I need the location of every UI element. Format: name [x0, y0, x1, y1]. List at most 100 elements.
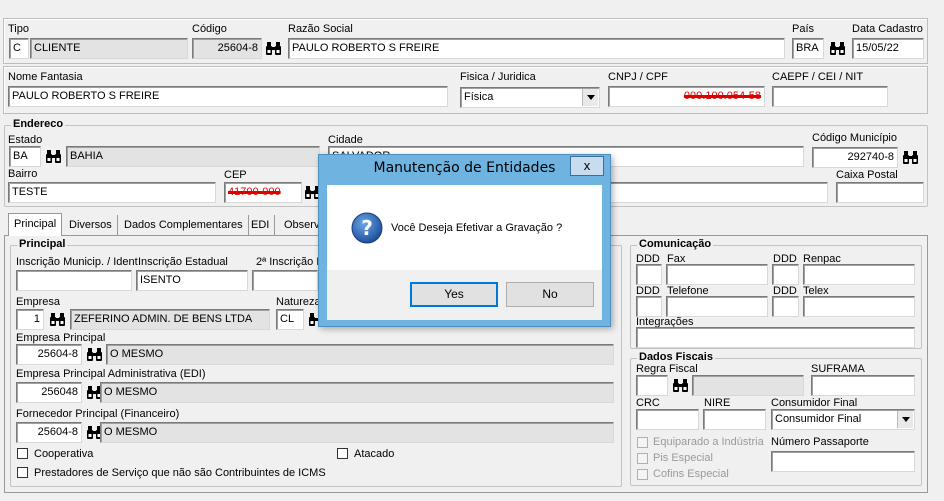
codigo-label: Código	[192, 23, 227, 35]
fornecedor-field: O MESMO	[100, 422, 614, 443]
svg-text:?: ?	[361, 216, 373, 240]
fisica-label: Fisica / Juridica	[460, 71, 536, 83]
cooperativa-checkbox[interactable]	[17, 448, 28, 459]
insc-estadual-label: Inscrição Estadual	[138, 256, 228, 268]
caepf-field[interactable]	[772, 86, 888, 107]
chevron-down-icon[interactable]	[897, 411, 913, 428]
nire-field[interactable]	[703, 409, 766, 430]
fisica-juridica-select[interactable]: Física	[460, 87, 600, 108]
insc-municipal-label: Inscrição Municip. / Ident	[16, 256, 138, 268]
cep-label: CEP	[224, 169, 247, 181]
insc-2-field[interactable]	[252, 270, 318, 291]
caixa-postal-field[interactable]	[836, 182, 924, 203]
atacado-label: Atacado	[354, 448, 395, 460]
regra-fiscal-search-icon[interactable]	[670, 375, 690, 395]
estado-code-field[interactable]: BA	[9, 146, 41, 167]
caixa-postal-label: Caixa Postal	[836, 169, 898, 181]
passaporte-field[interactable]	[771, 451, 915, 472]
municipio-search-icon[interactable]	[900, 147, 920, 167]
razao-social-field[interactable]: PAULO ROBERTO S FREIRE	[288, 38, 785, 59]
telefone-field[interactable]	[666, 296, 768, 317]
municipio-field[interactable]: 292740-8	[812, 147, 898, 168]
cnpj-label: CNPJ / CPF	[608, 71, 668, 83]
estado-search-icon[interactable]	[43, 146, 63, 166]
ddd-telefone-field[interactable]	[636, 296, 662, 317]
tab-dados-complementares[interactable]: Dados Complementares	[119, 215, 249, 235]
cep-field[interactable]: 41700-000	[224, 182, 302, 203]
nome-fantasia-field[interactable]: PAULO ROBERTO S FREIRE	[8, 86, 448, 107]
pis-label: Pis Especial	[653, 452, 713, 464]
dialog-title: Manutenção de Entidades	[373, 160, 556, 176]
renpac-field[interactable]	[803, 264, 915, 285]
tipo-label: Tipo	[8, 23, 29, 35]
empresa-search-icon[interactable]	[47, 309, 67, 329]
data-cadastro-label: Data Cadastro	[852, 23, 923, 35]
natureza-field[interactable]: CL	[276, 309, 304, 330]
bairro-field[interactable]: TESTE	[8, 182, 216, 203]
codigo-search-icon[interactable]	[263, 38, 283, 58]
insc-2-label: 2ª Inscrição E	[256, 256, 324, 268]
caepf-label: CAEPF / CEI / NIT	[772, 71, 864, 83]
dialog-footer: Yes No	[327, 270, 602, 320]
prestadores-checkbox[interactable]	[17, 467, 28, 478]
fornecedor-code-field[interactable]: 25604-8	[16, 422, 82, 443]
pais-search-icon[interactable]	[827, 38, 847, 58]
razao-label: Razão Social	[288, 23, 353, 35]
yes-button[interactable]: Yes	[410, 282, 498, 307]
tipo-field: CLIENTE	[30, 38, 188, 59]
municipio-label: Código Município	[812, 132, 897, 144]
cnpj-cpf-field[interactable]: 000.100.054-58	[608, 86, 765, 107]
empresa-principal-code-field[interactable]: 25604-8	[16, 344, 82, 365]
bairro-label: Bairro	[8, 168, 38, 180]
insc-municipal-field[interactable]	[16, 270, 132, 291]
consumidor-final-select[interactable]: Consumidor Final	[771, 409, 915, 430]
pis-checkbox[interactable]	[637, 453, 648, 464]
suframa-label: SUFRAMA	[811, 363, 865, 375]
empresa-adm-field: O MESMO	[100, 382, 614, 403]
cnpj-redacted-value: 000.100.054-58	[683, 90, 761, 102]
chevron-down-icon[interactable]	[582, 89, 598, 106]
tab-diversos[interactable]: Diversos	[64, 215, 118, 235]
tipo-code-field[interactable]: C	[9, 38, 29, 59]
ddd-renpac-field[interactable]	[772, 264, 799, 285]
equiparado-label: Equiparado a Indústria	[653, 436, 764, 448]
pais-label: País	[792, 23, 815, 35]
empresa-field: ZEFERINO ADMIN. DE BENS LTDA	[70, 309, 270, 330]
nire-label: NIRE	[704, 397, 731, 409]
natureza-label: Natureza	[276, 296, 321, 308]
telex-field[interactable]	[803, 296, 915, 317]
no-button[interactable]: No	[506, 282, 594, 307]
atacado-checkbox[interactable]	[337, 448, 348, 459]
crc-field[interactable]	[636, 409, 699, 430]
pais-field[interactable]: BRA	[792, 38, 824, 59]
suframa-field[interactable]	[811, 375, 915, 396]
equiparado-checkbox[interactable]	[637, 437, 648, 448]
tab-edi[interactable]: EDI	[246, 215, 276, 235]
cofins-label: Cofins Especial	[653, 468, 729, 480]
close-icon[interactable]: x	[570, 156, 604, 176]
empresa-label: Empresa	[16, 296, 61, 308]
estado-label: Estado	[8, 134, 43, 146]
fax-field[interactable]	[666, 264, 768, 285]
empresa-principal-search-icon[interactable]	[84, 344, 104, 364]
prestadores-label: Prestadores de Serviço que não são Contr…	[34, 467, 326, 479]
endereco-extra-field[interactable]	[600, 182, 828, 203]
tab-principal[interactable]: Principal	[8, 213, 63, 236]
empresa-adm-code-field[interactable]: 256048	[16, 382, 82, 403]
ddd-telex-field[interactable]	[772, 296, 799, 317]
crc-label: CRC	[636, 397, 660, 409]
empresa-principal-label: Empresa Principal	[16, 332, 106, 344]
consumidor-final-value: Consumidor Final	[775, 413, 862, 425]
principal-title: Principal	[17, 238, 68, 250]
regra-fiscal-code-field[interactable]	[636, 375, 668, 396]
insc-estadual-field[interactable]: ISENTO	[136, 270, 248, 291]
cofins-checkbox[interactable]	[637, 469, 648, 480]
empresa-principal-field: O MESMO	[106, 344, 614, 365]
data-cadastro-field[interactable]: 15/05/22	[852, 38, 924, 59]
empresa-code-field[interactable]: 1	[16, 309, 44, 330]
integracoes-field[interactable]	[636, 327, 915, 348]
dados-fiscais-title: Dados Fiscais	[637, 351, 715, 363]
ddd-fax-field[interactable]	[636, 264, 662, 285]
estado-field: BAHIA	[66, 146, 320, 167]
passaporte-label: Número Passaporte	[771, 436, 869, 448]
